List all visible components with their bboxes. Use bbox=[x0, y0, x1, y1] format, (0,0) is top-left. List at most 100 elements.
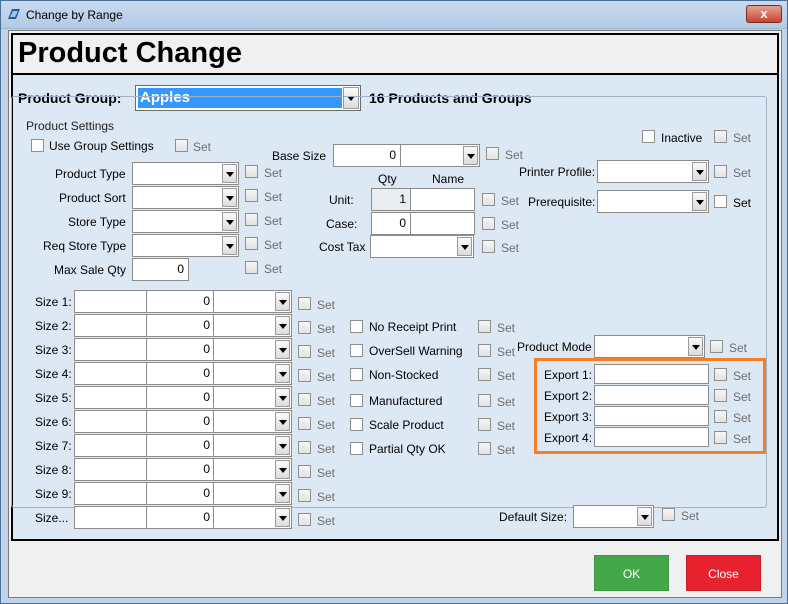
default-size-select[interactable] bbox=[573, 505, 654, 528]
chevron-down-icon[interactable] bbox=[275, 436, 290, 455]
size-qty-input[interactable]: 0 bbox=[146, 458, 215, 481]
size-name-input[interactable] bbox=[74, 314, 147, 337]
inactive-checkbox[interactable] bbox=[642, 130, 655, 143]
export-set-checkbox[interactable] bbox=[714, 410, 727, 423]
size-set-checkbox[interactable] bbox=[298, 441, 311, 454]
window-close-button[interactable]: x bbox=[746, 5, 782, 23]
size-qty-input[interactable]: 0 bbox=[146, 434, 215, 457]
size-unit-select[interactable] bbox=[213, 338, 292, 361]
export-input[interactable] bbox=[594, 427, 709, 447]
size-unit-select[interactable] bbox=[213, 410, 292, 433]
product-sort-select[interactable] bbox=[132, 186, 239, 209]
size-name-input[interactable] bbox=[74, 482, 147, 505]
size-name-input[interactable] bbox=[74, 434, 147, 457]
unit-qty-input[interactable]: 1 bbox=[371, 188, 411, 211]
size-set-checkbox[interactable] bbox=[298, 393, 311, 406]
size-name-input[interactable] bbox=[74, 386, 147, 409]
size-unit-select[interactable] bbox=[213, 482, 292, 505]
use-group-settings-checkbox[interactable] bbox=[31, 139, 44, 152]
max-sale-qty-input[interactable]: 0 bbox=[132, 258, 189, 281]
size-unit-select[interactable] bbox=[213, 434, 292, 457]
size-name-input[interactable] bbox=[74, 410, 147, 433]
req-store-type-set-checkbox[interactable] bbox=[245, 237, 258, 250]
flag-checkbox[interactable] bbox=[350, 418, 363, 431]
size-qty-input[interactable]: 0 bbox=[146, 482, 215, 505]
size-qty-input[interactable]: 0 bbox=[146, 338, 215, 361]
size-set-checkbox[interactable] bbox=[298, 297, 311, 310]
chevron-down-icon[interactable] bbox=[275, 484, 290, 503]
size-set-checkbox[interactable] bbox=[298, 417, 311, 430]
cost-tax-set-checkbox[interactable] bbox=[482, 240, 495, 253]
flag-checkbox[interactable] bbox=[350, 368, 363, 381]
export-set-checkbox[interactable] bbox=[714, 389, 727, 402]
size-qty-input[interactable]: 0 bbox=[146, 506, 215, 529]
chevron-down-icon[interactable] bbox=[275, 412, 290, 431]
req-store-type-select[interactable] bbox=[132, 234, 239, 257]
base-size-unit-select[interactable] bbox=[400, 144, 480, 167]
use-group-settings-set-checkbox[interactable] bbox=[175, 139, 188, 152]
unit-name-input[interactable] bbox=[410, 188, 475, 211]
close-button[interactable]: Close bbox=[686, 555, 761, 591]
size-set-checkbox[interactable] bbox=[298, 513, 311, 526]
size-set-checkbox[interactable] bbox=[298, 369, 311, 382]
size-qty-input[interactable]: 0 bbox=[146, 362, 215, 385]
product-type-set-checkbox[interactable] bbox=[245, 165, 258, 178]
product-sort-set-checkbox[interactable] bbox=[245, 189, 258, 202]
unit-set-checkbox[interactable] bbox=[482, 193, 495, 206]
size-unit-select[interactable] bbox=[213, 362, 292, 385]
product-mode-set-checkbox[interactable] bbox=[710, 340, 723, 353]
printer-profile-select[interactable] bbox=[597, 160, 709, 183]
size-unit-select[interactable] bbox=[213, 458, 292, 481]
prerequisite-set-checkbox[interactable] bbox=[714, 195, 727, 208]
export-set-checkbox[interactable] bbox=[714, 368, 727, 381]
size-qty-input[interactable]: 0 bbox=[146, 410, 215, 433]
chevron-down-icon[interactable] bbox=[275, 388, 290, 407]
size-unit-select[interactable] bbox=[213, 290, 292, 313]
product-type-select[interactable] bbox=[132, 162, 239, 185]
product-mode-select[interactable] bbox=[594, 335, 705, 358]
chevron-down-icon[interactable] bbox=[275, 460, 290, 479]
chevron-down-icon[interactable] bbox=[222, 188, 237, 207]
export-input[interactable] bbox=[594, 406, 709, 426]
chevron-down-icon[interactable] bbox=[275, 340, 290, 359]
export-input[interactable] bbox=[594, 385, 709, 405]
size-name-input[interactable] bbox=[74, 458, 147, 481]
printer-profile-set-checkbox[interactable] bbox=[714, 165, 727, 178]
default-size-set-checkbox[interactable] bbox=[662, 508, 675, 521]
flag-checkbox[interactable] bbox=[350, 394, 363, 407]
export-input[interactable] bbox=[594, 364, 709, 384]
cost-tax-select[interactable] bbox=[370, 235, 474, 258]
chevron-down-icon[interactable] bbox=[692, 162, 707, 181]
prerequisite-select[interactable] bbox=[597, 190, 709, 213]
flag-set-checkbox[interactable] bbox=[478, 418, 491, 431]
size-qty-input[interactable]: 0 bbox=[146, 386, 215, 409]
size-name-input[interactable] bbox=[74, 506, 147, 529]
size-set-checkbox[interactable] bbox=[298, 465, 311, 478]
case-name-input[interactable] bbox=[410, 212, 475, 235]
size-unit-select[interactable] bbox=[213, 314, 292, 337]
flag-checkbox[interactable] bbox=[350, 320, 363, 333]
ok-button[interactable]: OK bbox=[594, 555, 669, 591]
flag-set-checkbox[interactable] bbox=[478, 320, 491, 333]
chevron-down-icon[interactable] bbox=[275, 316, 290, 335]
store-type-select[interactable] bbox=[132, 210, 239, 233]
size-set-checkbox[interactable] bbox=[298, 321, 311, 334]
chevron-down-icon[interactable] bbox=[275, 292, 290, 311]
chevron-down-icon[interactable] bbox=[637, 507, 652, 526]
chevron-down-icon[interactable] bbox=[692, 192, 707, 211]
size-name-input[interactable] bbox=[74, 362, 147, 385]
chevron-down-icon[interactable] bbox=[275, 364, 290, 383]
size-qty-input[interactable]: 0 bbox=[146, 314, 215, 337]
flag-set-checkbox[interactable] bbox=[478, 394, 491, 407]
chevron-down-icon[interactable] bbox=[688, 337, 703, 356]
inactive-set-checkbox[interactable] bbox=[714, 130, 727, 143]
title-bar[interactable]: Change by Range x bbox=[1, 1, 787, 29]
flag-checkbox[interactable] bbox=[350, 344, 363, 357]
size-set-checkbox[interactable] bbox=[298, 489, 311, 502]
chevron-down-icon[interactable] bbox=[222, 212, 237, 231]
flag-checkbox[interactable] bbox=[350, 442, 363, 455]
chevron-down-icon[interactable] bbox=[457, 237, 472, 256]
case-qty-input[interactable]: 0 bbox=[371, 212, 411, 235]
flag-set-checkbox[interactable] bbox=[478, 368, 491, 381]
size-qty-input[interactable]: 0 bbox=[146, 290, 215, 313]
